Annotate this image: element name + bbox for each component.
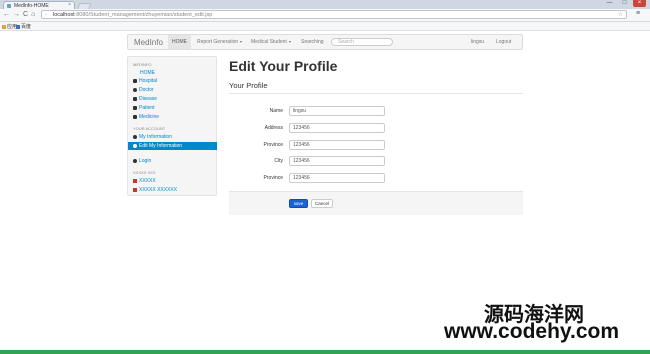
search-input[interactable]: Search [331, 38, 393, 46]
chevron-down-icon [240, 40, 243, 43]
province-field[interactable]: 123456 [289, 140, 385, 150]
forward-icon[interactable]: → [13, 11, 20, 19]
city-field[interactable]: 123456 [289, 156, 385, 166]
province2-label: Province [263, 175, 283, 181]
section-title: Your Profile [229, 81, 268, 90]
nav-home[interactable]: HOME [168, 35, 191, 49]
sidebar-item-xxxxx-xxxxxx[interactable]: XXXXX XXXXXX [128, 186, 217, 194]
sidebar-item-home[interactable]: HOME [128, 69, 217, 77]
os-taskbar [0, 350, 650, 354]
sidebar-item-medicine[interactable]: Medicine [128, 113, 217, 121]
nav-report-generation[interactable]: Report Generation [197, 35, 243, 49]
brand-logo[interactable]: MedInfo [134, 38, 163, 47]
nav-logout[interactable]: Logout [496, 35, 511, 49]
province-label: Province [263, 142, 283, 148]
file-icon [133, 105, 137, 110]
sidebar-item-login[interactable]: Login [128, 157, 217, 165]
chevron-down-icon [288, 40, 291, 43]
close-window-button[interactable]: × [633, 0, 646, 7]
sidebar-header-xxxxx: XXXXX XXX [133, 170, 156, 175]
window-controls: — □ × [603, 0, 646, 7]
apps-icon [2, 24, 6, 29]
name-label: Name [269, 108, 283, 114]
baidu-icon [16, 24, 20, 29]
watermark-url: www.codehy.com [444, 320, 620, 343]
sidebar-item-edit-my-information[interactable]: Edit My Information [128, 142, 217, 150]
browser-titlebar: MedInfo-HOME × — □ × [0, 0, 650, 11]
page-title: Edit Your Profile [229, 58, 338, 74]
user-icon [133, 134, 137, 139]
tab-close-icon[interactable]: × [68, 2, 71, 8]
calendar-icon [133, 114, 137, 119]
name-field[interactable]: lingxu [289, 106, 385, 116]
page-icon: ▫ [45, 12, 47, 18]
form-actions: save Cancel [229, 191, 523, 215]
maximize-button[interactable]: □ [618, 0, 631, 7]
info-icon [133, 143, 137, 148]
bookmark-baidu[interactable]: 百度 [16, 23, 31, 30]
home-icon[interactable]: ⌂ [31, 11, 35, 19]
database-icon [133, 96, 137, 101]
browser-nav-buttons: ← → C ⌂ [3, 11, 35, 19]
bookmark-star-icon[interactable]: ☆ [618, 11, 623, 18]
info-icon [133, 158, 137, 163]
folder-icon [133, 78, 137, 83]
cancel-button[interactable]: Cancel [311, 199, 333, 208]
sidebar-item-hospital[interactable]: Hospital [128, 77, 217, 85]
sidebar-item-xxxxx[interactable]: XXXXX [128, 177, 217, 185]
nav-user[interactable]: lingxu [471, 35, 484, 49]
search-placeholder: Search [338, 39, 354, 45]
sidebar-item-my-information[interactable]: My Information [128, 133, 217, 141]
address-bar[interactable]: ▫ localhost:8080/Student_management/zhuy… [41, 10, 627, 19]
nav-medical-student[interactable]: Medical Student [251, 35, 291, 49]
bookmark-apps[interactable]: 应用 [2, 23, 17, 30]
page-favicon-icon [7, 4, 11, 8]
sidebar-item-disease[interactable]: Disease [128, 95, 217, 103]
bookmarks-bar: 应用 百度 [0, 22, 650, 31]
flag-icon [133, 178, 137, 183]
back-icon[interactable]: ← [3, 11, 10, 19]
url-text: localhost:8080/Student_management/zhuyem… [53, 12, 213, 18]
minimize-button[interactable]: — [603, 0, 616, 7]
gear-icon [133, 87, 137, 92]
browser-toolbar: ← → C ⌂ ▫ localhost:8080/Student_managem… [0, 9, 650, 22]
app-navbar: MedInfo HOME Report Generation Medical S… [127, 34, 523, 50]
sidebar-header-medinfo: MEDINFO [133, 62, 152, 67]
address-field[interactable]: 123456 [289, 123, 385, 133]
sidebar-header-account: YOUR ACCOUNT [133, 126, 166, 131]
sidebar: MEDINFO HOME Hospital Doctor Disease Pat… [127, 56, 217, 196]
reload-icon[interactable]: C [23, 11, 28, 19]
city-label: City [274, 158, 283, 164]
nav-searching[interactable]: Searching [301, 35, 324, 49]
browser-menu-icon[interactable]: ≡ [636, 10, 640, 17]
save-button[interactable]: save [289, 199, 308, 208]
sidebar-item-patient[interactable]: Patient [128, 104, 217, 112]
province2-field[interactable]: 123456 [289, 173, 385, 183]
section-divider [229, 93, 523, 94]
browser-tab[interactable]: MedInfo-HOME × [3, 1, 75, 9]
flag-icon [133, 187, 137, 192]
address-label: Address [264, 125, 283, 131]
sidebar-item-doctor[interactable]: Doctor [128, 86, 217, 94]
